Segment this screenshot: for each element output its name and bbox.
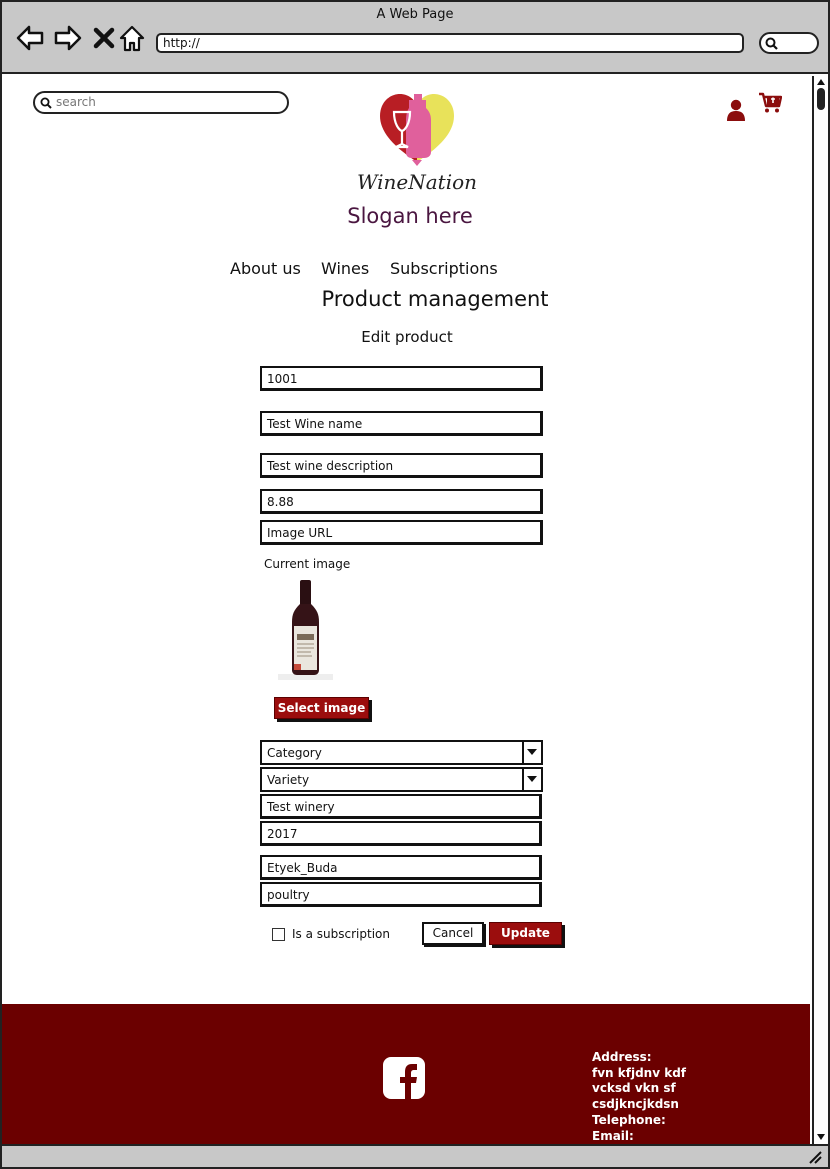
image-url-field[interactable]: Image URL bbox=[260, 520, 543, 545]
nav-item-wines[interactable]: Wines bbox=[321, 259, 369, 278]
chevron-down-icon[interactable] bbox=[522, 769, 541, 790]
close-icon[interactable] bbox=[91, 24, 119, 52]
category-select[interactable]: Category bbox=[260, 740, 543, 765]
vertical-scrollbar[interactable] bbox=[812, 76, 828, 1144]
variety-select[interactable]: Variety bbox=[260, 767, 543, 792]
update-button[interactable]: Update bbox=[489, 922, 562, 945]
facebook-icon[interactable] bbox=[383, 1057, 425, 1099]
winenation-logo bbox=[380, 94, 454, 166]
page-subtitle: Edit product bbox=[361, 328, 453, 346]
resize-grip-icon[interactable] bbox=[808, 1150, 822, 1164]
browser-toolbar: A Web Page http:// bbox=[2, 2, 828, 74]
address-line: vcksd vkn sf bbox=[592, 1081, 676, 1096]
product-price-field[interactable]: 8.88 bbox=[260, 489, 543, 514]
winery-field[interactable]: Test winery bbox=[260, 794, 542, 819]
nav-item-about-us[interactable]: About us bbox=[230, 259, 301, 278]
year-field[interactable]: 2017 bbox=[260, 821, 542, 846]
contact-info: Address: fvn kfjdnv kdf vcksd vkn sf csd… bbox=[592, 1050, 686, 1144]
cancel-button[interactable]: Cancel bbox=[422, 922, 484, 945]
subscription-label: Is a subscription bbox=[292, 927, 390, 941]
scroll-down-icon[interactable] bbox=[816, 1133, 826, 1141]
product-name-field[interactable]: Test Wine name bbox=[260, 411, 543, 436]
user-icon[interactable] bbox=[726, 99, 746, 121]
page-title: Product management bbox=[321, 287, 549, 311]
address-bar[interactable]: http:// bbox=[156, 33, 744, 53]
search-input[interactable]: search bbox=[33, 91, 289, 114]
chevron-down-icon[interactable] bbox=[522, 742, 541, 763]
pairing-field[interactable]: poultry bbox=[260, 882, 542, 907]
address-heading: Address: bbox=[592, 1050, 652, 1064]
email-label: Email: bbox=[592, 1128, 634, 1143]
browser-window: A Web Page http:// search WineNation Slo… bbox=[0, 0, 830, 1169]
region-field[interactable]: Etyek_Buda bbox=[260, 855, 542, 880]
window-title: A Web Page bbox=[376, 7, 454, 22]
forward-arrow-icon[interactable] bbox=[54, 24, 82, 52]
scroll-up-icon[interactable] bbox=[816, 78, 826, 86]
brand-name: WineNation bbox=[356, 170, 478, 194]
cart-icon[interactable] bbox=[758, 92, 782, 114]
scrollbar-thumb[interactable] bbox=[817, 88, 825, 110]
back-arrow-icon[interactable] bbox=[16, 24, 44, 52]
address-line: csdjkncjkdsn bbox=[592, 1097, 679, 1112]
category-select-value: Category bbox=[267, 746, 322, 760]
search-placeholder: search bbox=[56, 95, 96, 109]
subscription-checkbox[interactable] bbox=[272, 928, 285, 941]
current-image-label: Current image bbox=[264, 557, 351, 571]
home-icon[interactable] bbox=[118, 24, 146, 52]
nav-item-subscriptions[interactable]: Subscriptions bbox=[390, 259, 498, 278]
status-bar bbox=[2, 1144, 828, 1167]
search-icon bbox=[765, 37, 778, 50]
product-id-field[interactable]: 1001 bbox=[260, 366, 543, 391]
telephone-label: Telephone: bbox=[592, 1112, 666, 1127]
slogan: Slogan here bbox=[347, 204, 473, 228]
select-image-button[interactable]: Select image bbox=[274, 697, 369, 719]
address-line: fvn kfjdnv kdf bbox=[592, 1065, 687, 1080]
variety-select-value: Variety bbox=[267, 773, 310, 787]
browser-search-field[interactable] bbox=[759, 32, 819, 54]
search-icon bbox=[40, 97, 52, 109]
product-description-field[interactable]: Test wine description bbox=[260, 453, 543, 478]
product-image bbox=[278, 580, 333, 680]
